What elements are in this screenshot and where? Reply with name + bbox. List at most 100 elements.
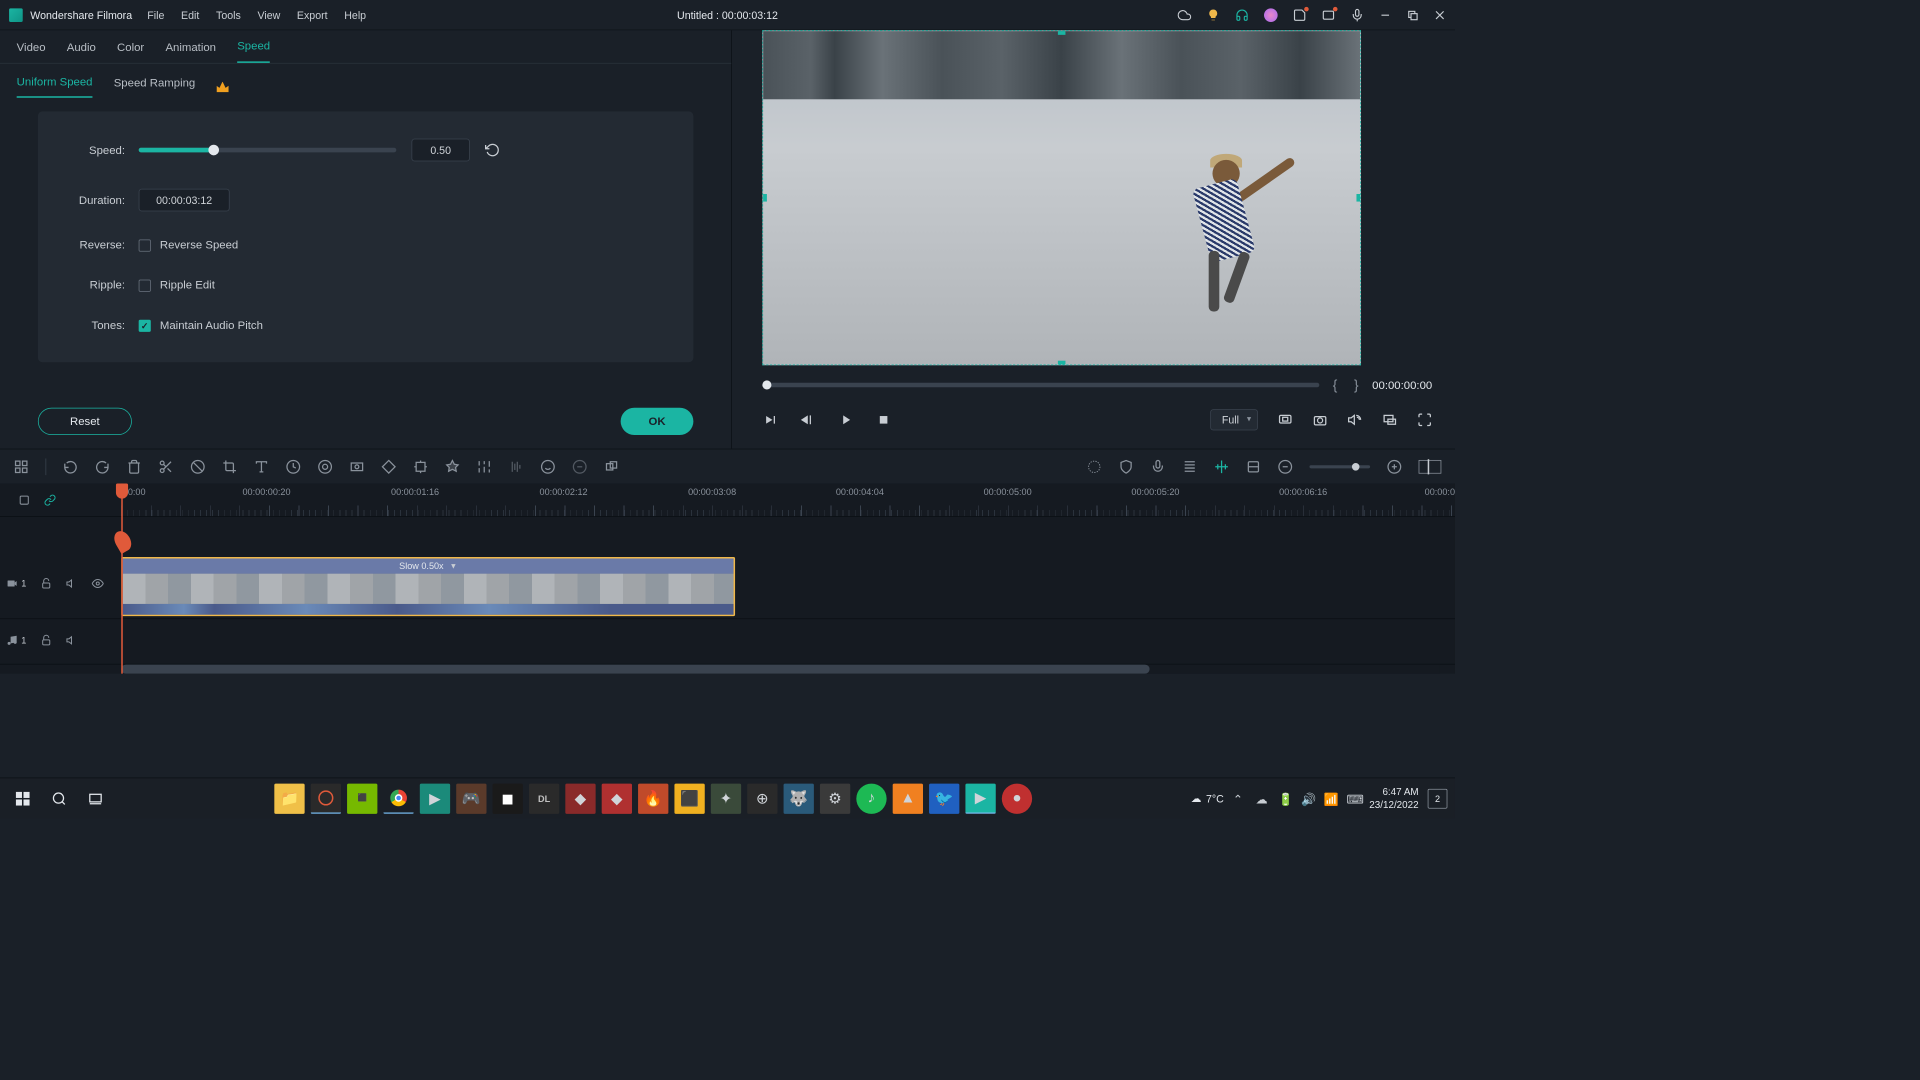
tab-animation[interactable]: Animation bbox=[165, 41, 216, 63]
taskbar-weather[interactable]: ☁ 7°C bbox=[1191, 792, 1224, 805]
menu-file[interactable]: File bbox=[147, 9, 164, 21]
preview-canvas[interactable] bbox=[762, 30, 1361, 365]
resize-handle-s[interactable] bbox=[1058, 361, 1066, 366]
preview-quality-icon[interactable] bbox=[1278, 412, 1293, 427]
tray-battery-icon[interactable]: 🔋 bbox=[1278, 792, 1292, 806]
media-drawer-icon[interactable] bbox=[14, 459, 29, 474]
tab-color[interactable]: Color bbox=[117, 41, 144, 63]
preview-zoom-select[interactable]: Full bbox=[1211, 409, 1258, 430]
lightbulb-icon[interactable] bbox=[1206, 8, 1220, 22]
tones-checkbox[interactable] bbox=[139, 319, 151, 331]
zoom-fit-icon[interactable] bbox=[1419, 460, 1442, 474]
mic-icon[interactable] bbox=[1350, 8, 1364, 22]
track-motion-icon[interactable] bbox=[413, 459, 428, 474]
ai-audio-icon[interactable] bbox=[540, 459, 555, 474]
task-explorer[interactable]: 📁 bbox=[274, 783, 304, 813]
speed-slider-thumb[interactable] bbox=[208, 145, 219, 156]
save-icon[interactable] bbox=[1293, 8, 1307, 22]
maximize-button[interactable] bbox=[1406, 9, 1418, 21]
task-app-14[interactable]: ● bbox=[1002, 783, 1032, 813]
reverse-checkbox[interactable] bbox=[139, 239, 151, 251]
resize-handle-n[interactable] bbox=[1058, 30, 1066, 35]
link-track-icon[interactable] bbox=[44, 494, 56, 506]
stop-button[interactable] bbox=[876, 412, 891, 427]
task-vlc[interactable]: ▲ bbox=[893, 783, 923, 813]
speed-value-input[interactable]: 0.50 bbox=[411, 139, 469, 162]
track-add-icon[interactable] bbox=[18, 494, 30, 506]
menu-export[interactable]: Export bbox=[297, 9, 328, 21]
menu-view[interactable]: View bbox=[257, 9, 280, 21]
tab-speed[interactable]: Speed bbox=[237, 39, 270, 62]
voiceover-icon[interactable] bbox=[1150, 459, 1165, 474]
stabilize-icon[interactable] bbox=[572, 459, 587, 474]
auto-reframe-icon[interactable] bbox=[604, 459, 619, 474]
tray-wifi-icon[interactable]: 📶 bbox=[1324, 792, 1338, 806]
avatar-icon[interactable] bbox=[1264, 8, 1278, 22]
zoom-out-icon[interactable] bbox=[1278, 459, 1293, 474]
scrubber-thumb[interactable] bbox=[762, 380, 771, 389]
speed-slider[interactable] bbox=[139, 148, 397, 153]
tab-audio[interactable]: Audio bbox=[67, 41, 96, 63]
ripple-checkbox[interactable] bbox=[139, 279, 151, 291]
ok-button[interactable]: OK bbox=[621, 408, 694, 435]
timeline-scrollbar[interactable] bbox=[121, 665, 1440, 674]
timeline-scrollbar-thumb[interactable] bbox=[121, 665, 1149, 674]
text-icon[interactable] bbox=[254, 459, 269, 474]
resize-handle-e[interactable] bbox=[1356, 194, 1361, 202]
speed-icon[interactable] bbox=[286, 459, 301, 474]
task-app-2[interactable]: 🎮 bbox=[456, 783, 486, 813]
green-screen-icon[interactable] bbox=[349, 459, 364, 474]
menu-tools[interactable]: Tools bbox=[216, 9, 241, 21]
taskbar-clock[interactable]: 6:47 AM 23/12/2022 bbox=[1369, 786, 1418, 812]
task-app-11[interactable]: 🐺 bbox=[784, 783, 814, 813]
redo-icon[interactable] bbox=[95, 459, 110, 474]
task-app-4[interactable]: DL bbox=[529, 783, 559, 813]
adjust-icon[interactable] bbox=[477, 459, 492, 474]
audio-track-1[interactable]: 1 bbox=[0, 619, 1455, 664]
task-app-1[interactable]: ▶ bbox=[420, 783, 450, 813]
task-app-3[interactable]: ◼ bbox=[493, 783, 523, 813]
reset-button[interactable]: Reset bbox=[38, 408, 132, 435]
magnet-icon[interactable] bbox=[1246, 459, 1261, 474]
sub-tab-uniform[interactable]: Uniform Speed bbox=[17, 76, 93, 98]
menu-edit[interactable]: Edit bbox=[181, 9, 199, 21]
resize-handle-w[interactable] bbox=[762, 194, 767, 202]
task-app-7[interactable]: 🔥 bbox=[638, 783, 668, 813]
tray-onedrive-icon[interactable]: ☁ bbox=[1256, 792, 1270, 806]
start-button[interactable] bbox=[8, 783, 38, 813]
task-app-9[interactable]: ✦ bbox=[711, 783, 741, 813]
zoom-slider-thumb[interactable] bbox=[1352, 463, 1360, 471]
reverse-checkbox-label[interactable]: Reverse Speed bbox=[139, 239, 239, 252]
task-app-12[interactable]: ⚙ bbox=[820, 783, 850, 813]
duration-input[interactable]: 00:00:03:12 bbox=[139, 189, 230, 212]
taskbar-search-icon[interactable] bbox=[44, 783, 74, 813]
color-icon[interactable] bbox=[318, 459, 333, 474]
notification-center-button[interactable]: 2 bbox=[1428, 788, 1448, 808]
delete-icon[interactable] bbox=[127, 459, 142, 474]
undo-icon[interactable] bbox=[63, 459, 78, 474]
clip-dropdown-icon[interactable]: ▼ bbox=[450, 562, 458, 570]
tray-volume-icon[interactable]: 🔊 bbox=[1301, 792, 1315, 806]
sub-tab-ramping[interactable]: Speed Ramping bbox=[114, 77, 196, 97]
task-nvidia[interactable]: ⬛ bbox=[347, 783, 377, 813]
preview-scrubber[interactable] bbox=[762, 383, 1319, 388]
audio-adjust-icon[interactable] bbox=[508, 459, 523, 474]
keyframe-icon[interactable] bbox=[381, 459, 396, 474]
snapshot-icon[interactable] bbox=[1313, 412, 1328, 427]
fullscreen-icon[interactable] bbox=[1417, 412, 1432, 427]
hide-track-icon[interactable] bbox=[91, 577, 103, 589]
safe-zone-icon[interactable] bbox=[1119, 459, 1134, 474]
disable-icon[interactable] bbox=[190, 459, 205, 474]
tray-chevron-up-icon[interactable]: ⌃ bbox=[1233, 792, 1247, 806]
marker-area[interactable] bbox=[0, 517, 1455, 555]
task-app-5[interactable]: ◆ bbox=[565, 783, 595, 813]
volume-icon[interactable] bbox=[1347, 412, 1362, 427]
zoom-in-icon[interactable] bbox=[1387, 459, 1402, 474]
headphones-icon[interactable] bbox=[1235, 8, 1249, 22]
render-preview-icon[interactable] bbox=[1087, 459, 1102, 474]
task-filmora[interactable]: ▶ bbox=[965, 783, 995, 813]
task-app-8[interactable]: ⬛ bbox=[674, 783, 704, 813]
lock-audio-track-icon[interactable] bbox=[40, 634, 52, 646]
mark-in-button[interactable]: { bbox=[1330, 377, 1341, 393]
mute-track-icon[interactable] bbox=[66, 577, 78, 589]
